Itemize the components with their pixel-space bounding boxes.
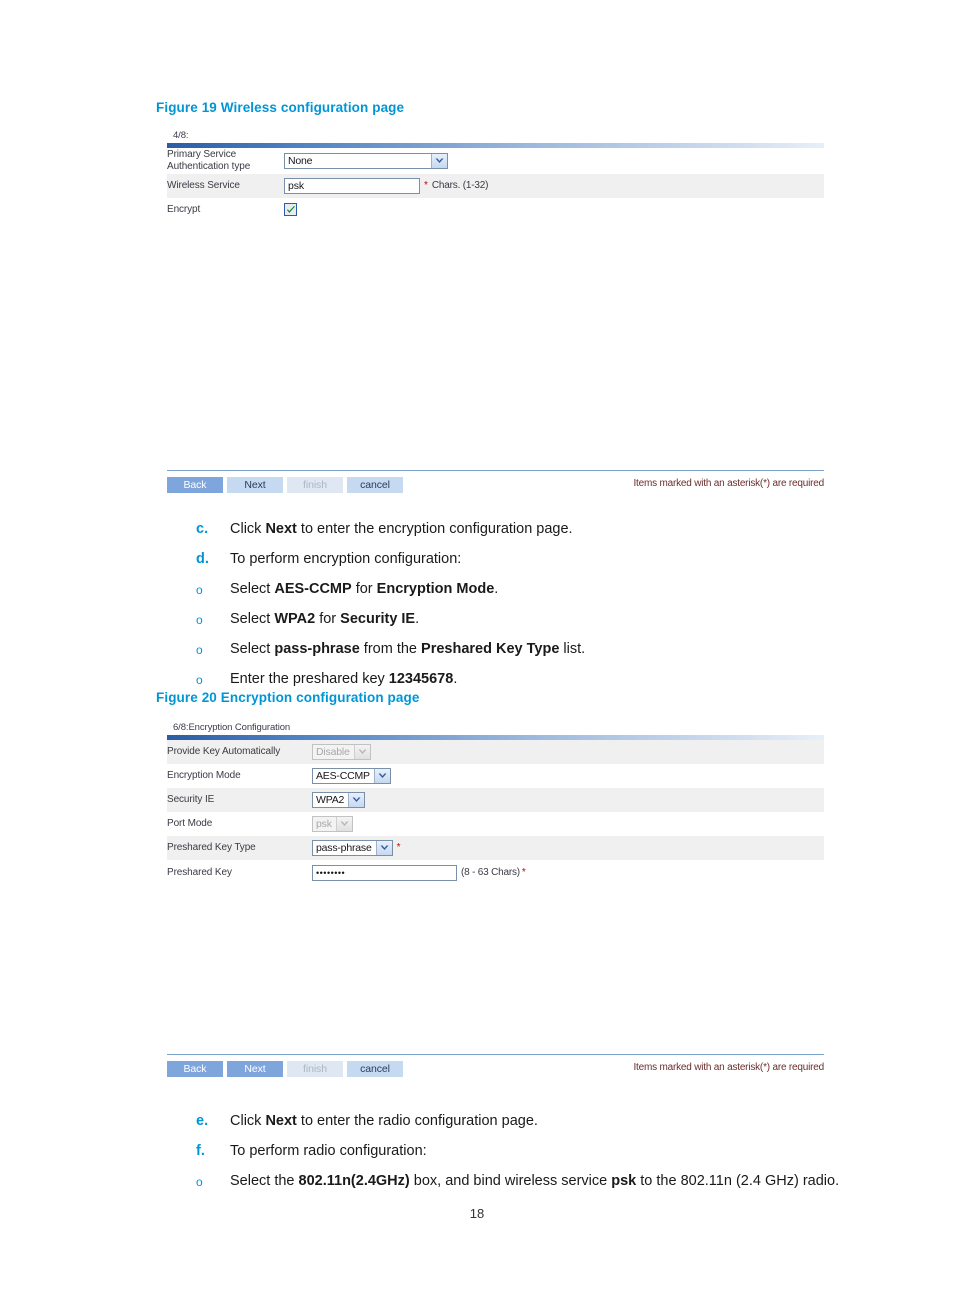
list-item-text: Enter the preshared key 12345678. <box>230 671 458 687</box>
figure-20-caption: Figure 20 Encryption configuration page <box>156 690 420 705</box>
preshared-key-input[interactable]: •••••••• <box>312 864 457 881</box>
list-marker: o <box>196 643 203 657</box>
encrypt-checkbox[interactable] <box>284 203 297 217</box>
form-row-preshared-key: Preshared Key •••••••• (8 - 63 Chars) * <box>167 860 824 886</box>
label-preshared-key-type: Preshared Key Type <box>167 842 256 853</box>
label-port-mode: Port Mode <box>167 818 213 829</box>
list-item-text: Select the 802.11n(2.4GHz) box, and bind… <box>230 1173 840 1189</box>
chevron-down-icon <box>373 768 390 783</box>
form-row-provide-key-automatically: Provide Key Automatically Disable <box>167 740 824 764</box>
list-item: o Select the 802.11n(2.4GHz) box, and bi… <box>196 1173 936 1189</box>
list-marker: o <box>196 673 203 687</box>
provide-key-automatically-select: Disable <box>312 743 371 760</box>
list-marker: d. <box>196 551 209 567</box>
field-wireless-service: psk * Chars. (1-32) <box>284 174 824 198</box>
list-marker: o <box>196 613 203 627</box>
primary-service-auth-type-select[interactable]: None <box>284 152 448 169</box>
wizard-button-bar: Back Next finish cancel Items marked with a… <box>167 470 824 494</box>
document-page: Figure 19 Wireless configuration page 4/… <box>0 0 954 1296</box>
port-mode-select: psk <box>312 815 353 832</box>
required-fields-note: Items marked with an asterisk(*) are req… <box>633 1062 824 1073</box>
list-item: c. Click Next to enter the encryption co… <box>196 521 896 537</box>
wizard-step-indicator: 4/8: <box>173 130 189 141</box>
wizard-button-bar: Back Next finish cancel Items marked with a… <box>167 1054 824 1078</box>
field-encryption-mode: AES-CCMP <box>312 764 824 788</box>
chevron-down-icon <box>353 744 370 759</box>
label-security-ie: Security IE <box>167 794 215 805</box>
form-row-wireless-service: Wireless Service psk * Chars. (1-32) <box>167 174 824 198</box>
list-item-text: Click Next to enter the radio configurat… <box>230 1113 538 1129</box>
field-provide-key-automatically: Disable <box>312 740 824 764</box>
list-marker: o <box>196 583 203 597</box>
field-preshared-key-type: pass-phrase * <box>312 836 824 860</box>
chevron-down-icon <box>375 840 392 855</box>
label-primary-service-auth-type: Primary Service Authentication type <box>167 149 251 172</box>
form-row-security-ie: Security IE WPA2 <box>167 788 824 812</box>
wireless-configuration-form: Primary Service Authentication type None <box>167 148 824 222</box>
list-item: o Enter the preshared key 12345678. <box>196 671 896 687</box>
cancel-button[interactable]: cancel <box>347 1060 403 1077</box>
list-item-text: Click Next to enter the encryption confi… <box>230 521 573 537</box>
preshared-key-type-select[interactable]: pass-phrase <box>312 839 393 856</box>
form-row-encrypt: Encrypt <box>167 198 824 222</box>
label-encrypt: Encrypt <box>167 204 201 215</box>
list-item: f. To perform radio configuration: <box>196 1143 936 1159</box>
list-item-text: To perform radio configuration: <box>230 1143 427 1159</box>
wizard-step-indicator: 6/8:Encryption Configuration <box>173 722 291 733</box>
label-preshared-key: Preshared Key <box>167 867 232 878</box>
chevron-down-icon <box>348 792 365 807</box>
list-item: o Select AES-CCMP for Encryption Mode. <box>196 581 896 597</box>
list-item: o Select WPA2 for Security IE. <box>196 611 896 627</box>
list-marker: e. <box>196 1113 209 1129</box>
label-encryption-mode: Encryption Mode <box>167 770 241 781</box>
list-marker: c. <box>196 521 209 537</box>
form-row-preshared-key-type: Preshared Key Type pass-phrase * <box>167 836 824 860</box>
required-asterisk: * <box>521 867 526 879</box>
list-marker: f. <box>196 1143 205 1159</box>
cancel-button[interactable]: cancel <box>347 476 403 493</box>
wireless-service-hint: Chars. (1-32) <box>431 180 489 192</box>
label-wireless-service: Wireless Service <box>167 180 240 191</box>
list-item-text: To perform encryption configuration: <box>230 551 462 567</box>
chevron-down-icon <box>431 153 447 168</box>
list-item-text: Select WPA2 for Security IE. <box>230 611 420 627</box>
list-item-text: Select pass-phrase from the Preshared Ke… <box>230 641 586 657</box>
required-asterisk: * <box>424 180 428 192</box>
label-provide-key-automatically: Provide Key Automatically <box>167 746 281 757</box>
field-encrypt <box>284 198 824 222</box>
field-port-mode: psk <box>312 812 824 836</box>
back-button[interactable]: Back <box>167 476 223 493</box>
list-item-text: Select AES-CCMP for Encryption Mode. <box>230 581 499 597</box>
encryption-mode-select[interactable]: AES-CCMP <box>312 767 391 784</box>
field-preshared-key: •••••••• (8 - 63 Chars) * <box>312 860 824 886</box>
field-security-ie: WPA2 <box>312 788 824 812</box>
field-primary-service-auth-type: None <box>284 148 824 174</box>
finish-button: finish <box>287 476 343 493</box>
encryption-configuration-form: Provide Key Automatically Disable Encryp… <box>167 740 824 886</box>
next-button[interactable]: Next <box>227 1060 283 1077</box>
steps-list-ef: e. Click Next to enter the radio configu… <box>196 1113 936 1189</box>
security-ie-select[interactable]: WPA2 <box>312 791 366 808</box>
wireless-service-input[interactable]: psk <box>284 177 420 194</box>
list-item: d. To perform encryption configuration: <box>196 551 896 567</box>
list-marker: o <box>196 1175 203 1189</box>
list-item: o Select pass-phrase from the Preshared … <box>196 641 896 657</box>
back-button[interactable]: Back <box>167 1060 223 1077</box>
page-number: 18 <box>469 1206 485 1221</box>
finish-button: finish <box>287 1060 343 1077</box>
form-row-encryption-mode: Encryption Mode AES-CCMP <box>167 764 824 788</box>
encryption-configuration-panel: 6/8:Encryption Configuration Provide Key… <box>167 722 824 1077</box>
form-row-port-mode: Port Mode psk <box>167 812 824 836</box>
required-fields-note: Items marked with an asterisk(*) are req… <box>633 478 824 489</box>
list-item: e. Click Next to enter the radio configu… <box>196 1113 936 1129</box>
chevron-down-icon <box>335 816 352 831</box>
preshared-key-hint: (8 - 63 Chars) <box>461 867 520 879</box>
required-asterisk: * <box>396 842 401 854</box>
wireless-configuration-panel: 4/8: Primary Service Authentication type… <box>167 130 824 493</box>
steps-list-cd: c. Click Next to enter the encryption co… <box>196 521 896 687</box>
form-row-primary-service-auth-type: Primary Service Authentication type None <box>167 148 824 174</box>
figure-19-caption: Figure 19 Wireless configuration page <box>156 100 405 115</box>
next-button[interactable]: Next <box>227 476 283 493</box>
